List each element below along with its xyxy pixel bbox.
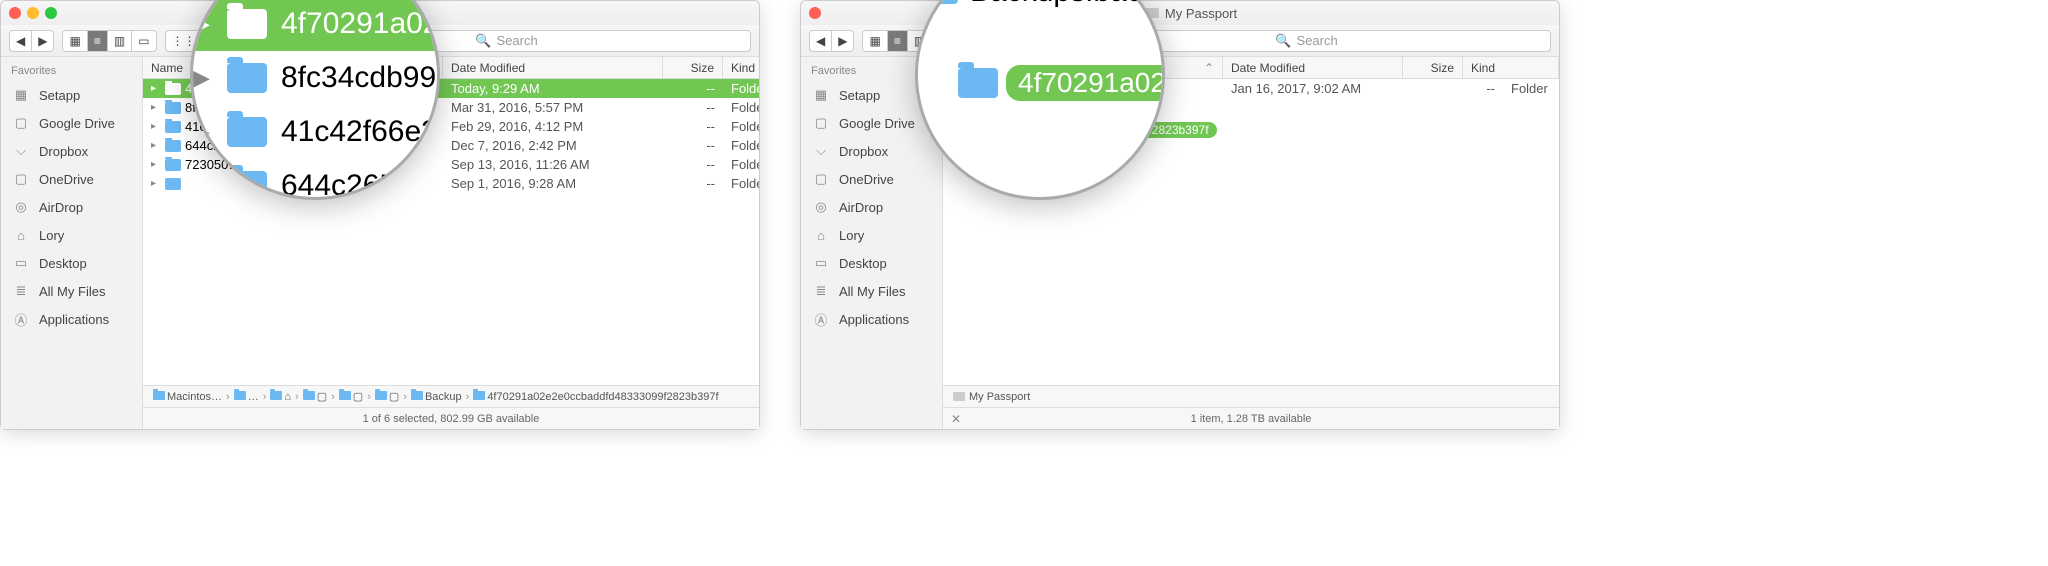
close-window-button[interactable] <box>9 7 21 19</box>
search-icon: 🔍 <box>475 33 491 49</box>
sidebar-item-label: Applications <box>839 312 909 327</box>
finder-window-right: My Passport ◀ ▶ ▦ ≡ ▥ ▭ ⋮⋮ ▾ ⚙ ▾ 🔍 Searc… <box>800 0 1560 430</box>
sidebar-item-all-my-files[interactable]: ≣ All My Files <box>801 277 942 305</box>
path-bar[interactable]: Macintos…›…›⌂›▢›▢›▢›Backup›4f70291a02e2e… <box>143 385 759 407</box>
folder-icon <box>165 102 181 114</box>
sidebar-item-label: Desktop <box>839 256 887 271</box>
folder-icon: ▢ <box>811 113 831 133</box>
magnifier: ame ▶4f70291a02 ▶8fc34cdb99 ▶41c42f66e3 … <box>190 0 440 200</box>
dropbox-icon: ⌵ <box>11 141 31 161</box>
col-date[interactable]: Date Modified <box>1223 57 1403 78</box>
grid-icon: ▦ <box>11 85 31 105</box>
airdrop-icon: ◎ <box>811 197 831 217</box>
sidebar-item-label: Lory <box>39 228 64 243</box>
folder-icon <box>165 121 181 133</box>
sidebar-item-applications[interactable]: Ⓐ Applications <box>801 305 942 333</box>
path-segment[interactable]: ▢ <box>303 390 327 403</box>
sidebar-item-dropbox[interactable]: ⌵ Dropbox <box>801 137 942 165</box>
search-icon: 🔍 <box>1275 33 1291 49</box>
col-size[interactable]: Size <box>663 57 723 78</box>
sidebar-heading: Favorites <box>1 63 142 81</box>
home-icon: ⌂ <box>11 225 31 245</box>
desktop-icon: ▭ <box>811 253 831 273</box>
forward-button[interactable]: ▶ <box>831 30 854 52</box>
view-column-button[interactable]: ▥ <box>107 30 131 52</box>
sidebar-item-label: Dropbox <box>39 144 88 159</box>
titlebar[interactable]: My Passport <box>801 1 1559 25</box>
grid-icon: ▦ <box>811 85 831 105</box>
sidebar-item-label: Setapp <box>39 88 80 103</box>
sidebar-item-airdrop[interactable]: ◎ AirDrop <box>801 193 942 221</box>
close-icon[interactable]: ✕ <box>951 412 961 426</box>
col-date[interactable]: Date Modified <box>443 57 663 78</box>
folder-icon: ▢ <box>11 169 31 189</box>
airdrop-icon: ◎ <box>11 197 31 217</box>
folder-icon <box>165 178 181 190</box>
sidebar-item-onedrive[interactable]: ▢ OneDrive <box>1 165 142 193</box>
sidebar-item-applications[interactable]: Ⓐ Applications <box>1 305 142 333</box>
sidebar-item-lory[interactable]: ⌂ Lory <box>801 221 942 249</box>
sidebar-item-google-drive[interactable]: ▢ Google Drive <box>1 109 142 137</box>
sidebar-item-label: Google Drive <box>839 116 915 131</box>
toolbar: ◀ ▶ ▦ ≡ ▥ ▭ ⋮⋮ ▾ ⚙ ▾ 🔍 Search <box>801 25 1559 57</box>
close-window-button[interactable] <box>809 7 821 19</box>
view-gallery-button[interactable]: ▭ <box>131 30 156 52</box>
sidebar-item-label: Dropbox <box>839 144 888 159</box>
back-button[interactable]: ◀ <box>9 30 31 52</box>
path-segment[interactable]: ⌂ <box>270 391 291 403</box>
forward-button[interactable]: ▶ <box>31 30 54 52</box>
sidebar-item-desktop[interactable]: ▭ Desktop <box>801 249 942 277</box>
sidebar-item-airdrop[interactable]: ◎ AirDrop <box>1 193 142 221</box>
col-kind[interactable]: Kind <box>1463 57 1559 78</box>
sidebar-item-label: Setapp <box>839 88 880 103</box>
sidebar-item-label: Lory <box>839 228 864 243</box>
path-segment[interactable]: 4f70291a02e2e0ccbaddfd48333099f2823b397f <box>473 391 718 403</box>
folder-icon: ▢ <box>11 113 31 133</box>
sidebar-item-desktop[interactable]: ▭ Desktop <box>1 249 142 277</box>
sidebar-item-onedrive[interactable]: ▢ OneDrive <box>801 165 942 193</box>
sidebar-item-setapp[interactable]: ▦ Setapp <box>1 81 142 109</box>
sidebar-item-label: Google Drive <box>39 116 115 131</box>
status-bar: ✕ 1 item, 1.28 TB available <box>943 407 1559 429</box>
col-size[interactable]: Size <box>1403 57 1463 78</box>
path-segment[interactable]: ▢ <box>375 390 399 403</box>
sidebar-item-lory[interactable]: ⌂ Lory <box>1 221 142 249</box>
allfiles-icon: ≣ <box>11 281 31 301</box>
path-segment[interactable]: Macintos… <box>153 391 222 403</box>
sidebar-item-label: OneDrive <box>39 172 94 187</box>
folder-icon <box>165 159 181 171</box>
col-kind[interactable]: Kind <box>723 57 759 78</box>
desktop-icon: ▭ <box>11 253 31 273</box>
status-bar: 1 of 6 selected, 802.99 GB available <box>143 407 759 429</box>
sidebar-item-label: AirDrop <box>39 200 83 215</box>
path-segment[interactable]: … <box>234 391 259 403</box>
sidebar-item-label: OneDrive <box>839 172 894 187</box>
apps-icon: Ⓐ <box>11 309 31 329</box>
sidebar-item-all-my-files[interactable]: ≣ All My Files <box>1 277 142 305</box>
back-button[interactable]: ◀ <box>809 30 831 52</box>
folder-icon <box>165 140 181 152</box>
sidebar-item-label: Desktop <box>39 256 87 271</box>
folder-icon <box>165 83 181 95</box>
sidebar-item-dropbox[interactable]: ⌵ Dropbox <box>1 137 142 165</box>
sidebar-item-label: All My Files <box>839 284 905 299</box>
sidebar-item-label: All My Files <box>39 284 105 299</box>
home-icon: ⌂ <box>811 225 831 245</box>
folder-icon: ▢ <box>811 169 831 189</box>
apps-icon: Ⓐ <box>811 309 831 329</box>
view-icon-button[interactable]: ▦ <box>862 30 886 52</box>
path-segment[interactable]: Backup <box>411 391 462 403</box>
view-list-button[interactable]: ≡ <box>887 30 907 52</box>
sidebar-item-label: Applications <box>39 312 109 327</box>
path-bar[interactable]: My Passport <box>943 385 1559 407</box>
path-segment[interactable]: ▢ <box>339 390 363 403</box>
sidebar: Favorites ▦ Setapp ▢ Google Drive ⌵ Dropbox ▢ O… <box>1 57 143 429</box>
sidebar-item-label: AirDrop <box>839 200 883 215</box>
view-list-button[interactable]: ≡ <box>87 30 107 52</box>
dropbox-icon: ⌵ <box>811 141 831 161</box>
view-icon-button[interactable]: ▦ <box>62 30 86 52</box>
allfiles-icon: ≣ <box>811 281 831 301</box>
